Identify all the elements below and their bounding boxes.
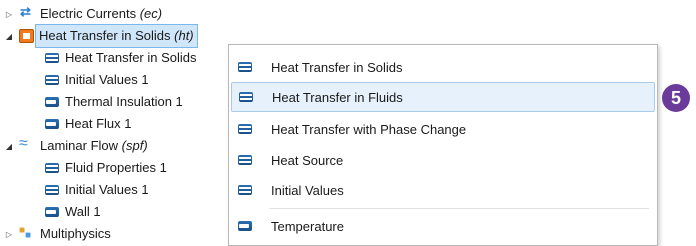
tree-item-heat-transfer-in-solids-node[interactable]: Heat Transfer in Solids [44,47,197,69]
domain-node-icon [238,90,254,104]
tree-item-label: Fluid Properties 1 [65,160,167,175]
electric-currents-icon [19,4,35,21]
domain-node-icon [237,122,253,136]
menu-item-label: Heat Transfer with Phase Change [271,121,467,137]
context-menu: Heat Transfer in Solids Heat Transfer in… [228,44,658,246]
menu-item-label: Initial Values [271,182,344,198]
boundary-node-icon [237,219,253,233]
expand-arrow-icon[interactable]: ▷ [4,10,14,19]
domain-node-icon [237,153,253,167]
menu-item-label: Heat Transfer in Fluids [272,89,403,105]
domain-node-icon [44,183,60,197]
tree-item-label: Initial Values 1 [65,182,149,197]
tree-item-wall-1[interactable]: Wall 1 [44,201,101,223]
domain-node-icon [44,51,60,65]
tree-item-heat-flux-1[interactable]: Heat Flux 1 [44,113,131,135]
tree-item-heat-transfer-in-solids[interactable]: ◢ Heat Transfer in Solids (ht) [4,24,198,48]
menu-item-temperature[interactable]: Temperature [231,211,653,241]
tree-item-label: Initial Values 1 [65,72,149,87]
collapse-arrow-icon[interactable]: ◢ [4,32,14,41]
tree-item-initial-values-1[interactable]: Initial Values 1 [44,69,149,91]
tree-item-label: Wall 1 [65,204,101,219]
menu-item-label: Heat Source [271,152,344,168]
menu-item-label: Heat Transfer in Solids [271,59,403,75]
domain-node-icon [237,183,253,197]
collapse-arrow-icon[interactable]: ◢ [4,142,14,151]
menu-item-initial-values[interactable]: Initial Values [231,175,653,205]
menu-item-heat-transfer-with-phase-change[interactable]: Heat Transfer with Phase Change [231,114,653,144]
menu-item-heat-transfer-in-fluids[interactable]: Heat Transfer in Fluids [231,82,655,112]
menu-separator [269,208,649,209]
boundary-node-icon [44,95,60,109]
domain-node-icon [44,73,60,87]
menu-item-heat-transfer-in-solids[interactable]: Heat Transfer in Solids [231,52,653,82]
tree-item-label: Heat Flux 1 [65,116,132,131]
laminar-flow-icon [19,135,35,153]
tree-item-label: Multiphysics [40,226,111,241]
tree-item-initial-values-1-flow[interactable]: Initial Values 1 [44,179,149,201]
model-tree: ▷ Electric Currents (ec) ◢ Heat Transfer… [0,0,240,246]
domain-node-icon [44,161,60,175]
domain-node-icon [237,60,253,74]
multiphysics-icon [19,225,35,241]
tree-item-electric-currents[interactable]: ▷ Electric Currents (ec) [4,3,162,25]
boundary-node-icon [44,205,60,219]
expand-arrow-icon[interactable]: ▷ [4,230,14,239]
menu-item-label: Temperature [271,218,344,234]
tree-item-label: Electric Currents (ec) [40,6,163,21]
tree-item-fluid-properties-1[interactable]: Fluid Properties 1 [44,157,167,179]
boundary-node-icon [44,117,60,131]
tree-item-thermal-insulation-1[interactable]: Thermal Insulation 1 [44,91,183,113]
tree-item-label: Heat Transfer in Solids [65,50,197,65]
tree-item-label: Laminar Flow (spf) [40,138,148,153]
step-number-badge: 5 [662,84,690,112]
tree-item-laminar-flow[interactable]: ◢ Laminar Flow (spf) [4,135,148,157]
heat-transfer-icon [19,29,34,43]
tree-item-label: Thermal Insulation 1 [65,94,183,109]
tree-item-multiphysics[interactable]: ▷ Multiphysics [4,223,111,245]
menu-item-heat-source[interactable]: Heat Source [231,145,653,175]
tree-item-label: Heat Transfer in Solids (ht) [35,24,198,48]
